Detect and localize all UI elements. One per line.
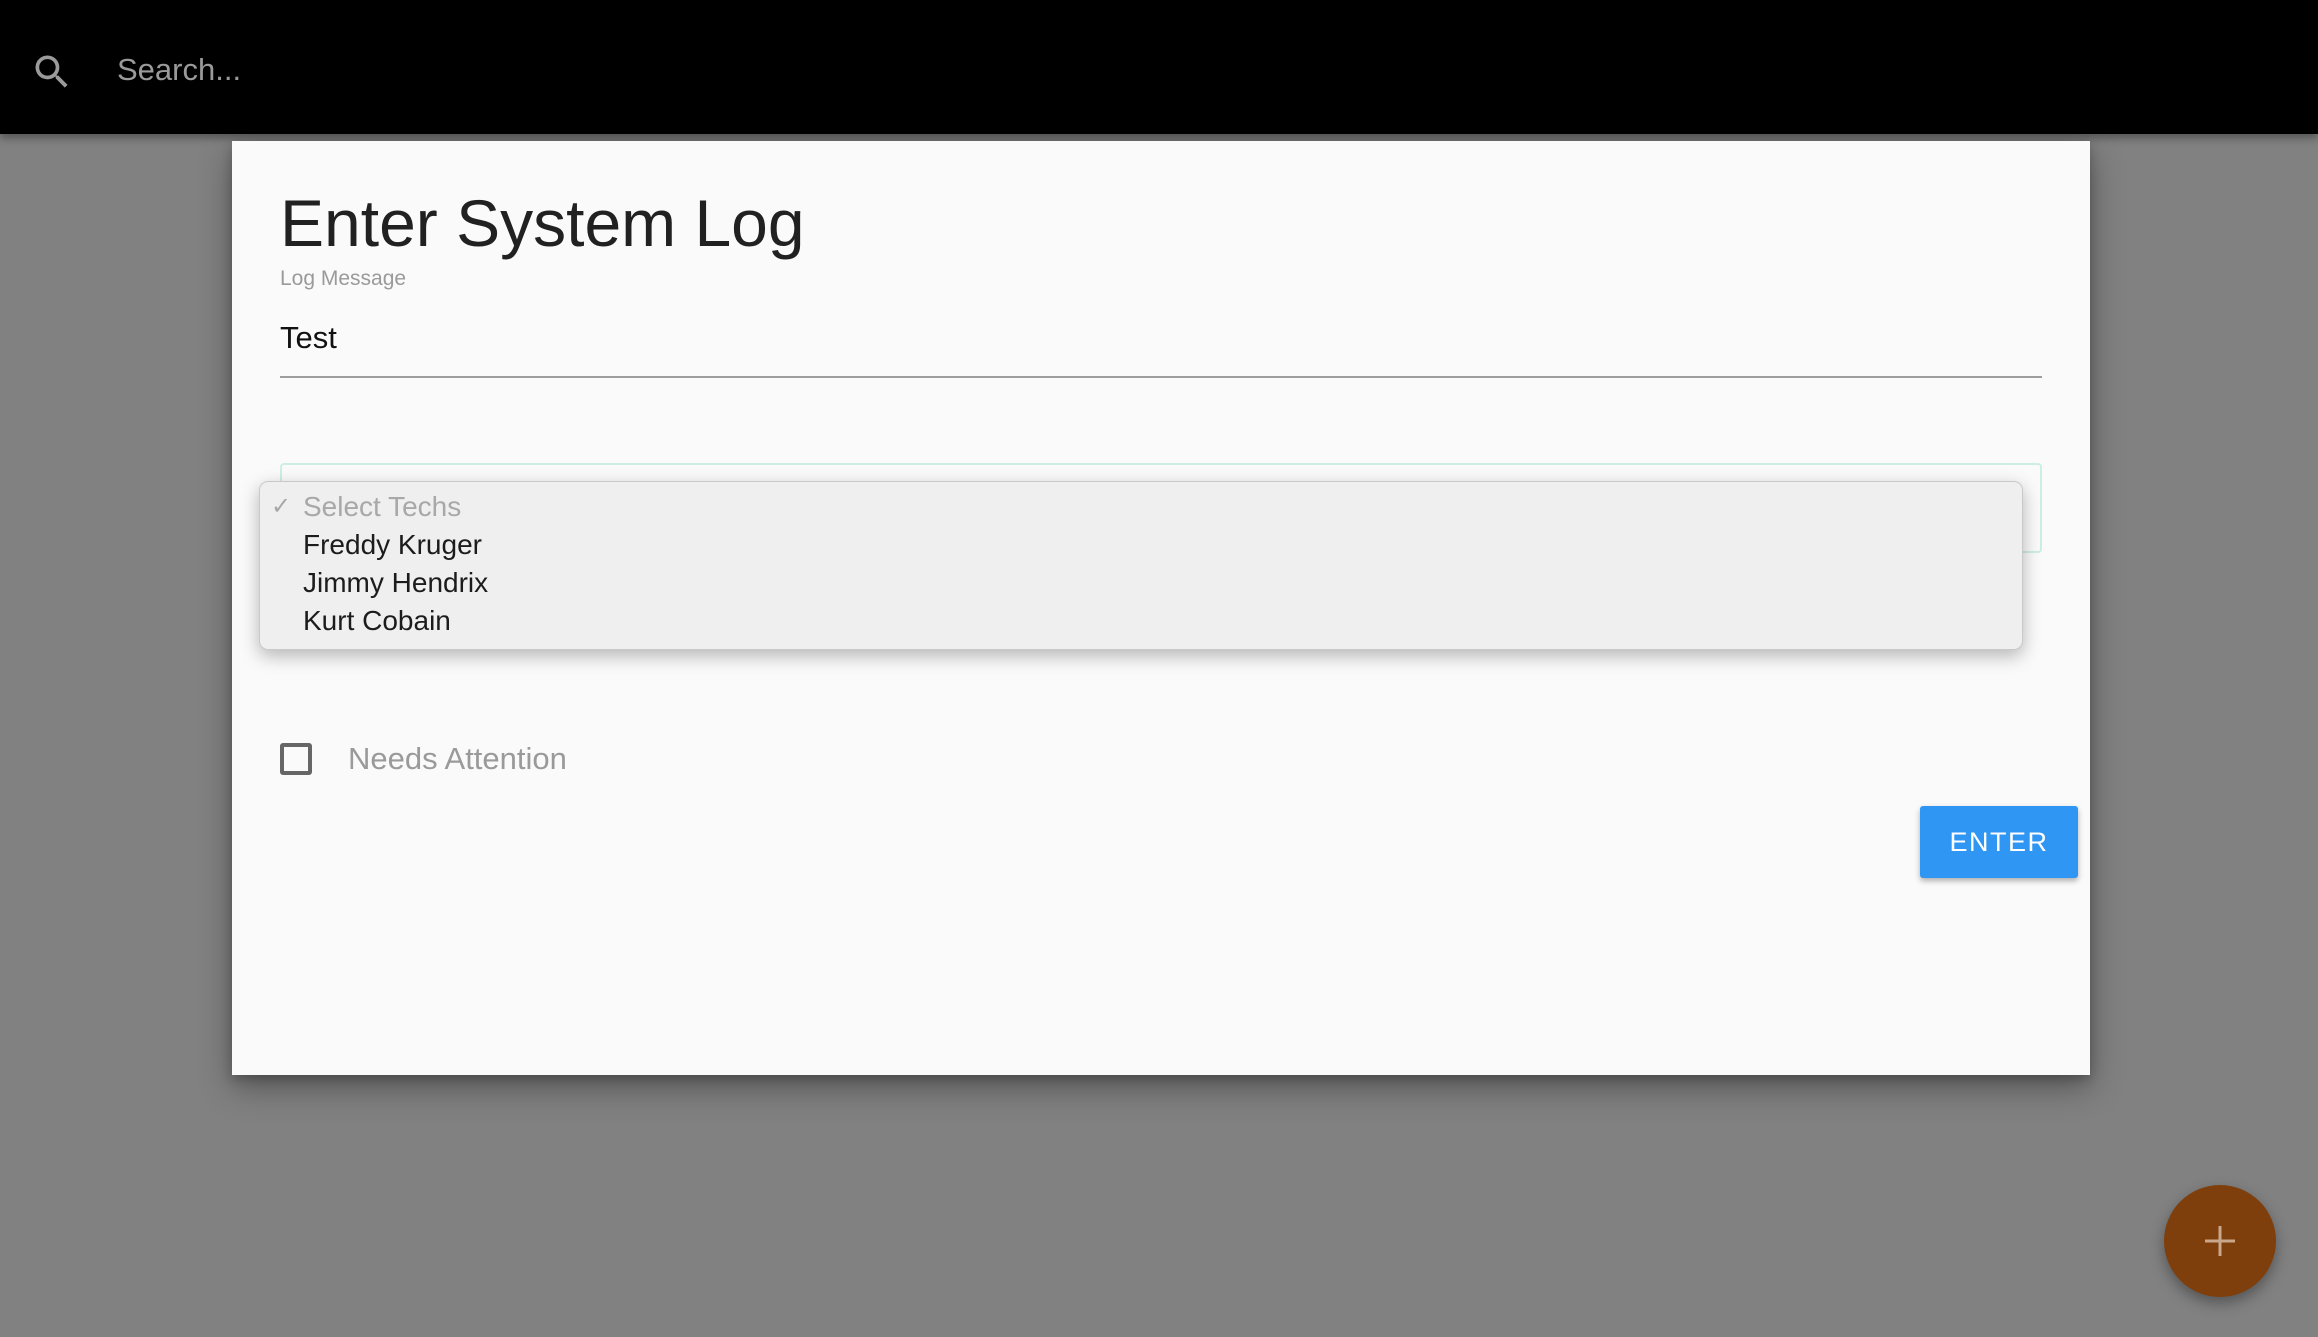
needs-attention-checkbox[interactable] — [280, 743, 312, 775]
search-input[interactable] — [115, 38, 919, 102]
checkmark-icon: ✓ — [271, 493, 292, 520]
search-icon[interactable] — [30, 50, 74, 94]
option-freddy-kruger[interactable]: Freddy Kruger — [260, 526, 2022, 564]
option-kurt-cobain[interactable]: Kurt Cobain — [260, 602, 2022, 640]
option-label: Select Techs — [303, 491, 462, 522]
add-fab-button[interactable] — [2164, 1185, 2276, 1297]
enter-button[interactable]: ENTER — [1920, 806, 2078, 878]
log-message-underline — [280, 376, 2042, 378]
log-message-input[interactable] — [280, 313, 2040, 363]
plus-icon — [2205, 1226, 2235, 1256]
option-label: Jimmy Hendrix — [303, 567, 489, 598]
option-label: Kurt Cobain — [303, 605, 451, 636]
techs-dropdown-list: ✓ Select Techs Freddy Kruger Jimmy Hendr… — [259, 481, 2023, 650]
dialog-title: Enter System Log — [280, 186, 805, 260]
option-label: Freddy Kruger — [303, 529, 482, 560]
log-message-label: Log Message — [280, 267, 407, 290]
option-select-techs[interactable]: ✓ Select Techs — [260, 488, 2022, 526]
needs-attention-label: Needs Attention — [348, 741, 567, 776]
top-search-bar — [0, 0, 2318, 134]
option-jimmy-hendrix[interactable]: Jimmy Hendrix — [260, 564, 2022, 602]
